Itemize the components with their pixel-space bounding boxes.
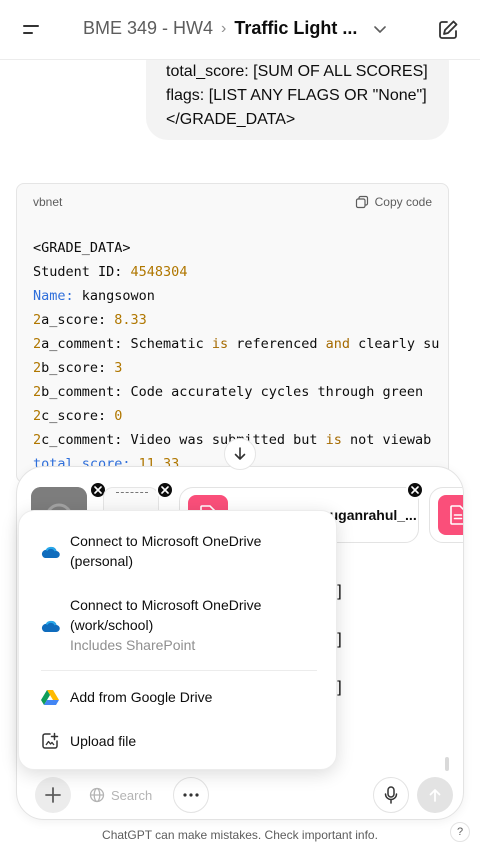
code-line: 2b_score: 3 bbox=[33, 360, 123, 376]
menu-item-upload-file[interactable]: Upload file bbox=[19, 729, 338, 753]
copy-icon bbox=[355, 195, 368, 209]
arrow-down-icon bbox=[234, 447, 246, 460]
project-link[interactable]: BME 349 - HW4 bbox=[83, 18, 213, 39]
code-line: Student ID: 4548304 bbox=[33, 264, 188, 280]
user-message-line: flags: [LIST ANY FLAGS OR "None"] bbox=[166, 87, 427, 104]
attach-menu: Connect to Microsoft OneDrive (personal)… bbox=[18, 510, 337, 770]
onedrive-icon bbox=[39, 615, 61, 637]
composer-scrollbar[interactable] bbox=[445, 757, 449, 771]
disclaimer-text: ChatGPT can make mistakes. Check importa… bbox=[102, 828, 378, 842]
code-line: 2a_score: 8.33 bbox=[33, 312, 147, 328]
document-icon bbox=[438, 495, 463, 535]
code-line: 2b_comment: Code accurately cycles throu… bbox=[33, 384, 424, 400]
menu-item-google-drive[interactable]: Add from Google Drive bbox=[19, 685, 338, 709]
document-preview bbox=[116, 492, 148, 494]
microphone-icon bbox=[384, 786, 398, 804]
more-tools-button[interactable] bbox=[173, 777, 209, 813]
search-button[interactable]: Search bbox=[79, 777, 162, 813]
copy-code-label: Copy code bbox=[374, 195, 432, 209]
close-icon bbox=[411, 486, 419, 494]
remove-attachment-button[interactable] bbox=[156, 481, 174, 499]
more-horizontal-icon bbox=[183, 793, 199, 797]
google-drive-icon bbox=[39, 686, 61, 708]
code-language-label: vbnet bbox=[33, 195, 63, 209]
onedrive-icon bbox=[39, 541, 61, 563]
composer-toolbar: Search bbox=[17, 775, 463, 815]
menu-item-label: Connect to Microsoft OneDrive bbox=[70, 597, 262, 613]
menu-item-label: (work/school) bbox=[70, 617, 154, 633]
copy-code-button[interactable]: Copy code bbox=[355, 195, 432, 209]
code-header: vbnet Copy code bbox=[17, 184, 448, 220]
arrow-up-icon bbox=[429, 789, 441, 802]
menu-item-label: Connect to Microsoft OneDrive bbox=[70, 533, 262, 549]
chevron-right-icon: › bbox=[221, 19, 227, 37]
scroll-to-bottom-button[interactable] bbox=[224, 438, 256, 470]
file-attachment[interactable] bbox=[429, 487, 463, 543]
code-block: vbnet Copy code <GRADE_DATA> Student ID: … bbox=[16, 183, 449, 483]
code-line: 2c_score: 0 bbox=[33, 408, 123, 424]
chevron-down-icon[interactable] bbox=[373, 22, 387, 36]
chat-title[interactable]: Traffic Light ... bbox=[234, 18, 357, 39]
top-bar: BME 349 - HW4 › Traffic Light ... bbox=[0, 0, 480, 60]
help-button[interactable]: ? bbox=[450, 822, 470, 842]
breadcrumb: BME 349 - HW4 › Traffic Light ... bbox=[83, 18, 387, 39]
code-line: Name: kangsowon bbox=[33, 288, 155, 304]
code-line: <GRADE_DATA> bbox=[33, 240, 131, 256]
user-message-line: </GRADE_DATA> bbox=[166, 111, 296, 128]
add-attachment-button[interactable] bbox=[35, 777, 71, 813]
code-content: <GRADE_DATA> Student ID: 4548304 Name: kan… bbox=[17, 220, 448, 476]
close-icon bbox=[94, 486, 102, 494]
menu-item-sublabel: Includes SharePoint bbox=[70, 637, 196, 653]
menu-item-label: (personal) bbox=[70, 553, 134, 569]
upload-file-icon bbox=[39, 730, 61, 752]
new-chat-icon[interactable] bbox=[436, 18, 460, 42]
menu-item-label: Add from Google Drive bbox=[70, 689, 213, 705]
menu-divider bbox=[41, 670, 317, 671]
search-label: Search bbox=[111, 787, 153, 803]
sidebar-menu-icon[interactable] bbox=[20, 20, 44, 40]
send-button[interactable] bbox=[417, 777, 453, 813]
user-message-line: total_score: [SUM OF ALL SCORES] bbox=[166, 63, 428, 80]
remove-attachment-button[interactable] bbox=[406, 481, 424, 499]
dictate-button[interactable] bbox=[373, 777, 409, 813]
code-line: 2a_comment: Schematic is referenced and … bbox=[33, 336, 440, 352]
menu-item-onedrive-work[interactable]: Connect to Microsoft OneDrive (work/scho… bbox=[19, 593, 338, 657]
plus-icon bbox=[45, 787, 61, 803]
close-icon bbox=[161, 486, 169, 494]
menu-item-onedrive-personal[interactable]: Connect to Microsoft OneDrive (personal) bbox=[19, 529, 338, 573]
menu-item-label: Upload file bbox=[70, 733, 137, 749]
globe-icon bbox=[89, 787, 105, 803]
